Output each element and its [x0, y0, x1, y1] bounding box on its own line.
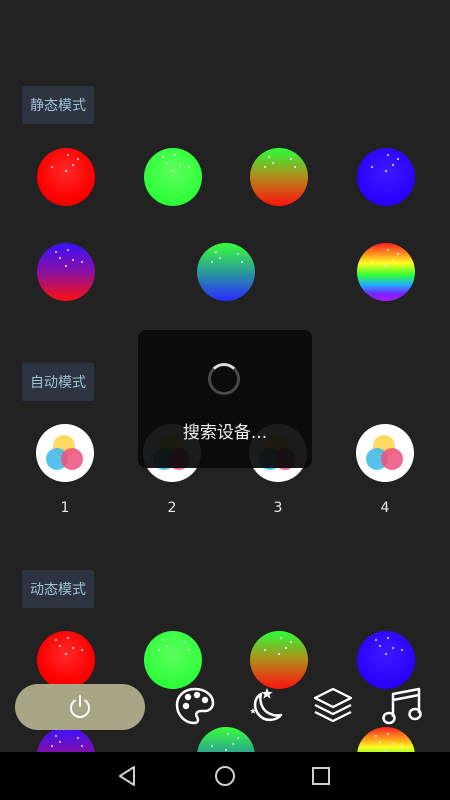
- palette-icon[interactable]: [174, 686, 216, 726]
- loading-dialog: 搜索设备...: [138, 330, 312, 468]
- section-label-static: 静态模式: [22, 86, 94, 124]
- auto-mode-4-label: 4: [380, 500, 390, 516]
- auto-mode-1-label: 1: [60, 500, 70, 516]
- recent-apps-icon[interactable]: [309, 764, 333, 788]
- loading-text: 搜索设备...: [182, 423, 268, 443]
- static-color-rainbow[interactable]: [357, 243, 415, 301]
- layers-icon[interactable]: [312, 686, 354, 726]
- static-color-green-red[interactable]: [250, 148, 308, 206]
- auto-mode-4-button[interactable]: [356, 424, 414, 482]
- auto-mode-1-button[interactable]: [36, 424, 94, 482]
- system-nav-bar: [0, 752, 450, 800]
- music-note-icon[interactable]: [381, 686, 425, 728]
- auto-mode-3-label: 3: [273, 500, 283, 516]
- auto-mode-2-label: 2: [167, 500, 177, 516]
- home-icon[interactable]: [213, 764, 237, 788]
- static-color-red[interactable]: [37, 148, 95, 206]
- power-button[interactable]: [15, 684, 145, 730]
- loading-spinner-icon: [208, 363, 240, 395]
- section-label-auto: 自动模式: [22, 363, 94, 401]
- static-color-green-blue[interactable]: [197, 243, 255, 301]
- moon-stars-icon[interactable]: [244, 686, 286, 726]
- static-color-green[interactable]: [144, 148, 202, 206]
- bottom-toolbar: [0, 672, 450, 752]
- static-color-blue[interactable]: [357, 148, 415, 206]
- static-color-blue-red[interactable]: [37, 243, 95, 301]
- power-icon: [70, 695, 90, 718]
- section-label-dynamic: 动态模式: [22, 570, 94, 608]
- back-icon[interactable]: [116, 764, 140, 788]
